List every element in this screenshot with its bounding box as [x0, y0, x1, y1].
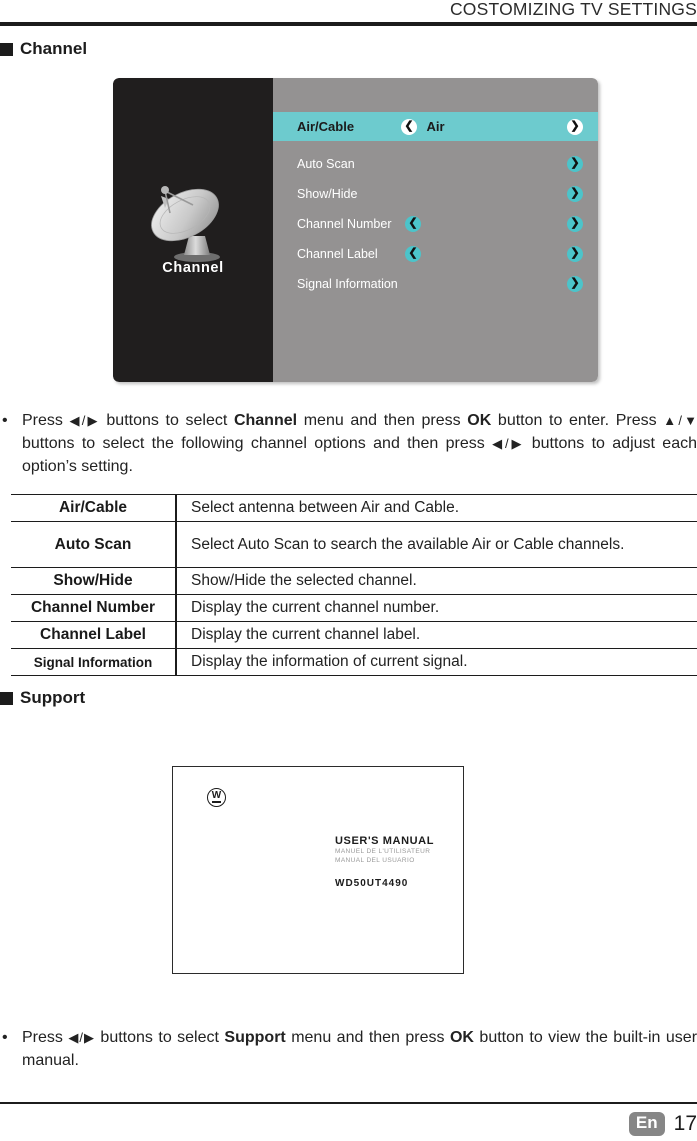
section-heading-support-label: Support [20, 688, 86, 707]
para-seg: buttons to select [94, 1029, 225, 1046]
logo-bar [212, 801, 221, 803]
left-right-arrow-glyph-icon: ◀/▶ [492, 436, 525, 451]
para-seg: menu and then press [297, 412, 468, 429]
para-seg: menu and then press [285, 1029, 450, 1046]
list-bullet: • [2, 1029, 8, 1046]
user-manual-cover-image: W USER'S MANUAL MANUEL DE L'UTILISATEUR … [172, 766, 464, 974]
osd-screenshot: Channel Air/Cable ❮ Air ❯ Auto Scan ❯ Sh… [113, 78, 598, 382]
page-footer: En 17 [628, 1112, 697, 1136]
table-cell-option: Show/Hide [11, 567, 177, 595]
section-heading-support: Support [0, 688, 85, 708]
osd-row-label: Channel Label [297, 246, 378, 261]
section-heading-channel: Channel [0, 39, 87, 59]
section-heading-channel-label: Channel [20, 39, 88, 58]
table-cell-description: Display the current channel number. [176, 594, 697, 622]
logo-letter: W [211, 790, 222, 802]
osd-row-value: Air [426, 119, 445, 134]
para-seg: Press [22, 412, 70, 429]
table-cell-option: Signal Information [11, 648, 177, 676]
page-title: COSTOMIZING TV SETTINGS [449, 0, 697, 19]
osd-left-panel-label: Channel [162, 260, 224, 276]
table-cell-option: Channel Number [11, 594, 177, 622]
table-row: Channel Number Display the current chann… [11, 594, 697, 622]
osd-row-auto-scan[interactable]: Auto Scan ❯ [273, 149, 598, 178]
westinghouse-w-logo-icon: W [207, 788, 226, 807]
para-seg: buttons to select the following channel … [22, 435, 493, 452]
chevron-right-icon[interactable]: ❯ [567, 118, 583, 135]
para-seg: button to enter. Press [491, 412, 664, 429]
left-right-arrow-glyph-icon: ◀/▶ [69, 413, 100, 428]
para-bold-support: Support [224, 1029, 286, 1046]
page-header: COSTOMIZING TV SETTINGS [0, 0, 697, 24]
table-row: Channel Label Display the current channe… [11, 621, 697, 649]
left-right-arrow-glyph-icon: ◀/▶ [68, 1030, 95, 1045]
table-cell-option: Auto Scan [11, 521, 177, 568]
table-cell-description: Show/Hide the selected channel. [176, 567, 697, 595]
manual-title-en: USER'S MANUAL [335, 835, 435, 847]
square-bullet-icon [0, 692, 13, 705]
table-cell-option: Channel Label [11, 621, 177, 649]
manual-cover-text: USER'S MANUAL MANUEL DE L'UTILISATEUR MA… [335, 835, 434, 889]
manual-title-es: MANUAL DEL USUARIO [335, 857, 415, 864]
osd-row-channel-label[interactable]: Channel Label ❮ ❯ [273, 239, 598, 268]
osd-row-label: Auto Scan [297, 156, 355, 171]
document-page: COSTOMIZING TV SETTINGS Channel Channel … [0, 0, 697, 1141]
language-badge: En [628, 1112, 665, 1136]
page-number: 17 [673, 1112, 697, 1135]
manual-model-number: WD50UT4490 [335, 878, 409, 889]
header-divider [0, 22, 697, 26]
manual-title-fr: MANUEL DE L'UTILISATEUR [335, 848, 431, 855]
channel-options-table: Air/Cable Select antenna between Air and… [11, 494, 697, 676]
osd-row-label: Signal Information [297, 276, 398, 291]
table-cell-description: Display the information of current signa… [176, 648, 697, 676]
osd-left-panel: Channel [113, 78, 273, 382]
up-down-arrow-glyph-icon: ▲/▼ [663, 413, 697, 428]
chevron-right-icon[interactable]: ❯ [567, 245, 583, 262]
table-cell-option: Air/Cable [11, 494, 177, 522]
table-cell-description: Select Auto Scan to search the available… [176, 521, 697, 568]
para-seg: Press [22, 1029, 69, 1046]
osd-row-label: Channel Number [297, 216, 392, 231]
chevron-right-icon[interactable]: ❯ [567, 275, 583, 292]
square-bullet-icon [0, 43, 13, 56]
list-bullet: • [2, 412, 8, 429]
osd-row-label: Show/Hide [297, 186, 358, 201]
channel-instruction-paragraph: • Press ◀/▶ buttons to select Channel me… [2, 409, 697, 478]
chevron-right-icon[interactable]: ❯ [567, 215, 583, 232]
table-row: Signal Information Display the informati… [11, 648, 697, 676]
osd-row-channel-number[interactable]: Channel Number ❮ ❯ [273, 209, 598, 238]
table-row: Air/Cable Select antenna between Air and… [11, 494, 697, 522]
osd-row-signal-information[interactable]: Signal Information ❯ [273, 269, 598, 298]
table-row: Auto Scan Select Auto Scan to search the… [11, 521, 697, 568]
para-bold-channel: Channel [233, 412, 298, 429]
chevron-left-icon[interactable]: ❮ [405, 245, 421, 262]
para-seg: buttons to select [99, 412, 234, 429]
table-row: Show/Hide Show/Hide the selected channel… [11, 567, 697, 595]
support-instruction-paragraph: • Press ◀/▶ buttons to select Support me… [2, 1026, 697, 1072]
chevron-right-icon[interactable]: ❯ [567, 185, 583, 202]
para-bold-ok: OK [449, 1029, 474, 1046]
osd-row-air-cable[interactable]: Air/Cable ❮ Air ❯ [273, 112, 598, 141]
para-bold-ok: OK [467, 412, 492, 429]
table-cell-description: Display the current channel label. [176, 621, 697, 649]
satellite-dish-icon [151, 186, 220, 262]
chevron-right-icon[interactable]: ❯ [567, 155, 583, 172]
osd-menu-list: Air/Cable ❮ Air ❯ Auto Scan ❯ Show/Hide … [273, 78, 598, 382]
osd-row-show-hide[interactable]: Show/Hide ❯ [273, 179, 598, 208]
footer-divider [0, 1102, 697, 1104]
table-cell-description: Select antenna between Air and Cable. [176, 494, 697, 522]
chevron-left-icon[interactable]: ❮ [405, 215, 421, 232]
